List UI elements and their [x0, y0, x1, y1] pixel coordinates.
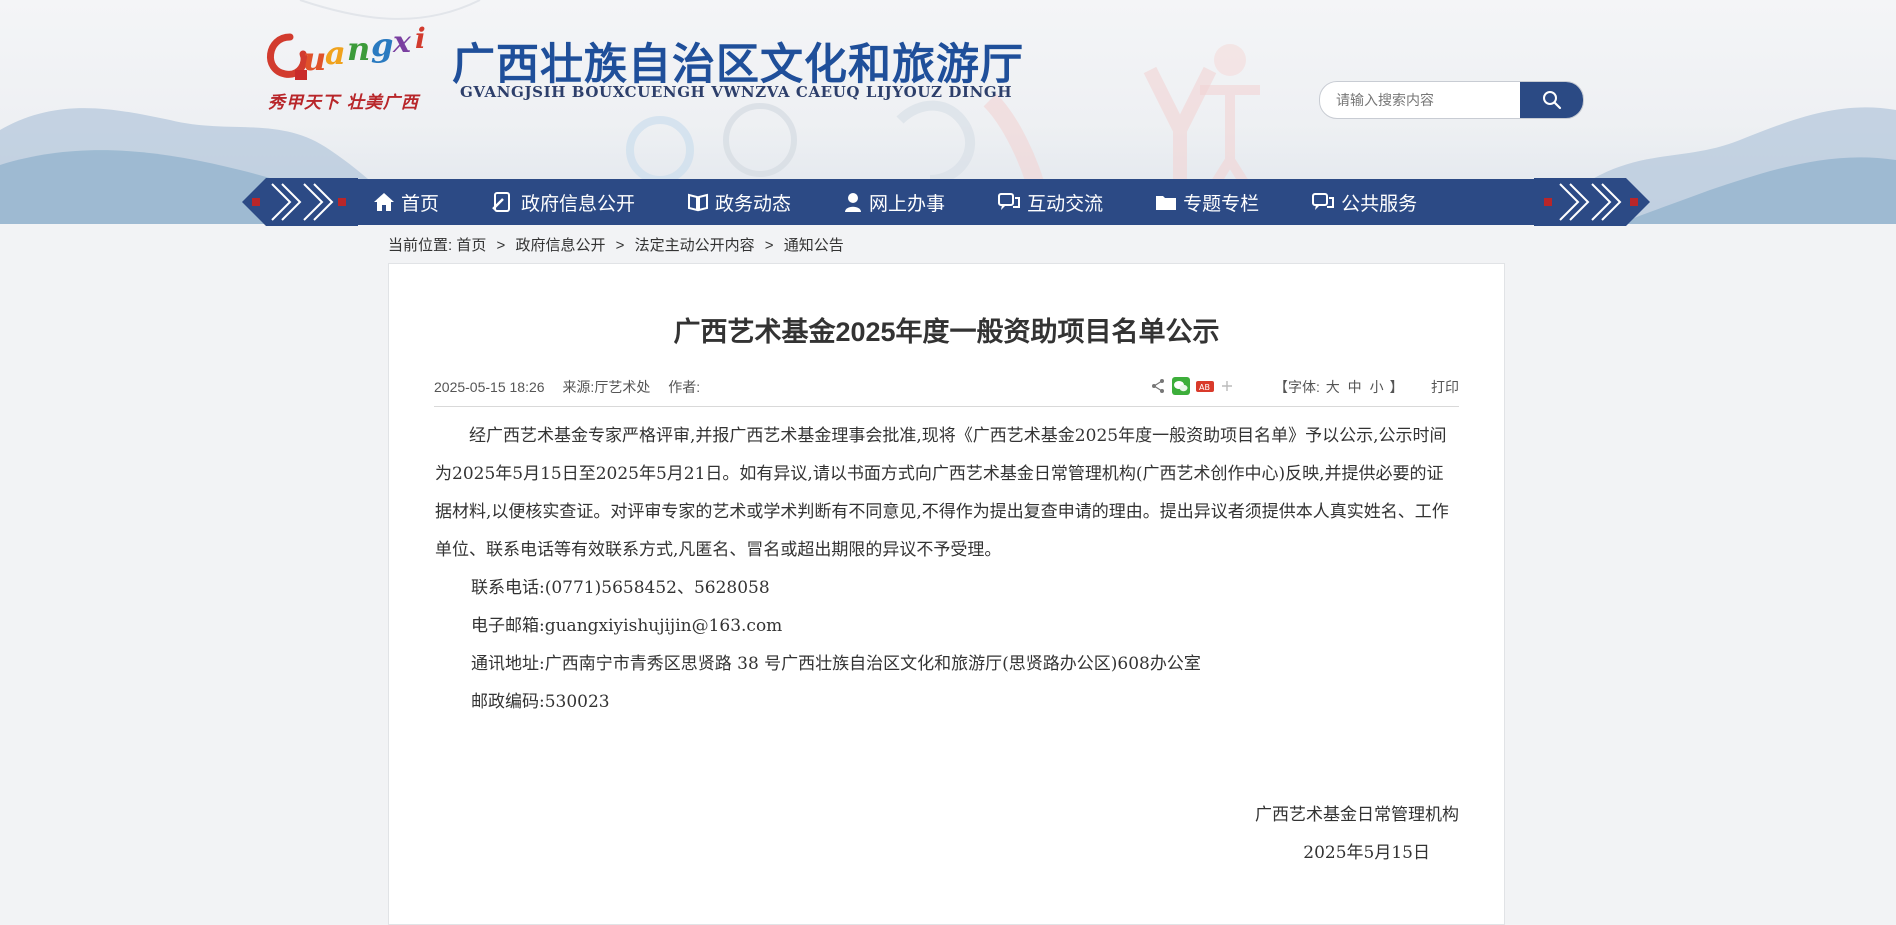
article-title: 广西艺术基金2025年度一般资助项目名单公示: [673, 317, 1220, 347]
signature-date: 2025年5月15日: [1303, 843, 1430, 863]
breadcrumb-separator: >: [496, 237, 506, 254]
svg-text:n: n: [347, 30, 370, 68]
article-source: 来源:厅艺术处: [562, 379, 651, 395]
nav-item-online-services[interactable]: 网上办事: [843, 179, 945, 225]
nav-item-label: 网上办事: [869, 193, 946, 215]
nav-item-special-topics[interactable]: 专题专栏: [1155, 179, 1259, 225]
contact-postcode: 邮政编码:530023: [471, 692, 610, 712]
nav-item-label: 首页: [401, 193, 440, 215]
signature-organization: 广西艺术基金日常管理机构: [1255, 805, 1459, 825]
font-size-switcher: 【字体: 大 中 小 】: [1274, 377, 1403, 397]
site-subtitle: GVANGJSIH BOUXCUENGH VWNZVA CAEUQ LIJYOU…: [460, 83, 1013, 101]
nav-item-home[interactable]: 首页: [373, 179, 439, 225]
person-icon: [845, 193, 862, 212]
nav-ornament-right: [1534, 178, 1650, 226]
svg-text:a: a: [325, 34, 346, 72]
breadcrumb-separator: >: [764, 237, 774, 254]
nav-item-label: 互动交流: [1027, 193, 1104, 215]
contact-address: 通讯地址:广西南宁市青秀区思贤路 38 号广西壮族自治区文化和旅游厅(思贤路办公…: [471, 654, 1201, 674]
nav-item-label: 政务动态: [715, 193, 792, 215]
article-container: 广西艺术基金2025年度一般资助项目名单公示 2025-05-15 18:26 …: [388, 263, 1505, 925]
search-button[interactable]: [1520, 82, 1583, 118]
nav-item-gov-info[interactable]: 政府信息公开: [491, 179, 635, 225]
body-paragraph: 经广西艺术基金专家严格评审,并报广西艺术基金理事会批准,现将《广西艺术基金202…: [435, 426, 1449, 560]
nav-item-interaction[interactable]: 互动交流: [997, 179, 1103, 225]
meta-divider: [434, 406, 1459, 407]
slogan: 秀甲天下 壮美广西: [268, 93, 419, 113]
share-icon[interactable]: [1150, 378, 1166, 394]
chat-bubbles-icon: [1312, 193, 1335, 210]
print-button[interactable]: 打印: [1431, 377, 1459, 397]
font-size-label-close: 】: [1389, 379, 1404, 395]
breadcrumb-separator: >: [615, 237, 625, 254]
nav-item-gov-news[interactable]: 政务动态: [687, 179, 791, 225]
weibo-icon[interactable]: AB: [1196, 379, 1214, 393]
article-meta: 2025-05-15 18:26 来源:厅艺术处 作者: AB 【字体: 大 中…: [434, 377, 1459, 399]
article-author: 作者:: [668, 379, 701, 395]
search-icon: [1542, 91, 1561, 110]
contact-email: 电子邮箱:guangxiyishujijin@163.com: [471, 616, 783, 636]
breadcrumb-prefix: 当前位置:: [388, 237, 453, 254]
folder-icon: [1156, 196, 1177, 210]
font-size-large[interactable]: 大: [1326, 379, 1340, 395]
search-input[interactable]: [1320, 82, 1536, 118]
chat-bubbles-icon: [998, 193, 1021, 210]
plus-icon[interactable]: [1220, 379, 1234, 393]
nav-item-public-services[interactable]: 公共服务: [1311, 179, 1417, 225]
nav-item-label: 政府信息公开: [521, 193, 636, 215]
article-body: 经广西艺术基金专家严格评审,并报广西艺术基金理事会批准,现将《广西艺术基金202…: [435, 417, 1459, 721]
nav-ornament-left: [242, 178, 358, 226]
search-box: [1319, 81, 1584, 119]
home-icon: [374, 193, 394, 211]
nav-item-label: 公共服务: [1341, 193, 1418, 215]
svg-text:g: g: [371, 26, 393, 64]
publish-datetime: 2025-05-15 18:26: [434, 379, 545, 395]
open-book-icon: [688, 193, 709, 212]
document-pen-icon: [492, 192, 511, 212]
breadcrumb-home[interactable]: 首页: [456, 237, 486, 254]
wechat-icon[interactable]: [1172, 377, 1190, 395]
main-navigation: 首页 政府信息公开 政务动态 网上办事 互动交流 专题专栏 公共服务: [356, 179, 1536, 225]
font-size-medium[interactable]: 中: [1348, 379, 1362, 395]
contact-phone: 联系电话:(0771)5658452、5628058: [471, 578, 770, 598]
breadcrumb-legal-disclosure[interactable]: 法定主动公开内容: [635, 237, 755, 254]
share-tools: AB: [1150, 377, 1234, 395]
nav-item-label: 专题专栏: [1183, 193, 1260, 215]
font-size-small[interactable]: 小: [1370, 379, 1384, 395]
svg-text:i: i: [415, 22, 426, 55]
breadcrumb-notices[interactable]: 通知公告: [784, 237, 844, 254]
breadcrumb: 当前位置: 首页 > 政府信息公开 > 法定主动公开内容 > 通知公告: [388, 234, 844, 255]
breadcrumb-gov-info[interactable]: 政府信息公开: [515, 237, 605, 254]
svg-text:AB: AB: [1199, 383, 1210, 392]
svg-text:x: x: [392, 25, 412, 60]
font-size-label-open: 【字体:: [1274, 379, 1320, 395]
